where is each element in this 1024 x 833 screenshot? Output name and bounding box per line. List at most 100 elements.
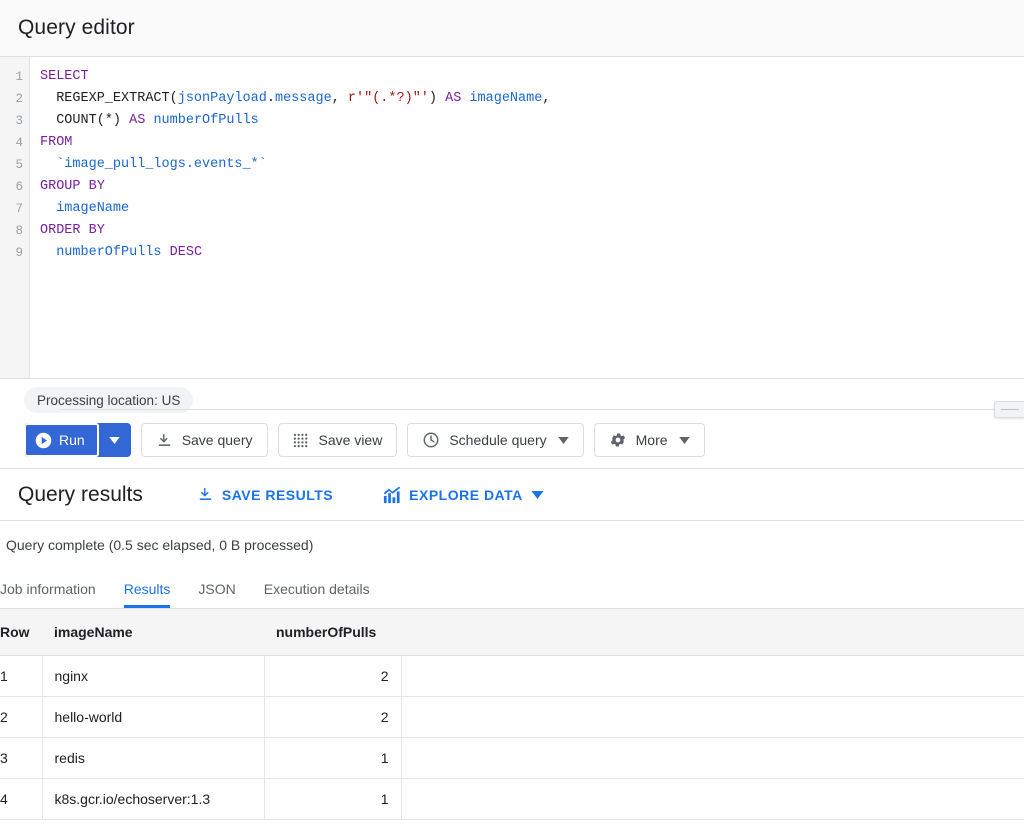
sql-token: `image_pull_logs.events_*` — [56, 157, 267, 172]
editor-toolbar: Processing location: US Run — [0, 379, 1024, 469]
sql-token: REGEXP_EXTRACT — [56, 91, 169, 106]
table-row[interactable]: 2hello-world2 — [0, 696, 1024, 737]
cell-spacer — [401, 737, 1024, 778]
line-number: 9 — [0, 242, 29, 264]
cell-numberofpulls: 2 — [264, 655, 401, 696]
download-icon — [156, 432, 173, 449]
save-query-button[interactable]: Save query — [141, 423, 268, 457]
sql-token: AS — [445, 91, 461, 106]
run-button-label: Run — [59, 432, 85, 448]
splitter-divider — [60, 409, 994, 410]
sql-line: SELECT — [40, 66, 1024, 88]
column-header-numberofpulls[interactable]: numberOfPulls — [264, 609, 401, 655]
dot-grid-icon — [293, 432, 310, 449]
sql-token: , — [542, 91, 550, 106]
sql-code-area[interactable]: SELECT REGEXP_EXTRACT(jsonPayload.messag… — [30, 57, 1024, 378]
sql-token: DESC — [170, 245, 202, 260]
sql-token: AS — [129, 113, 145, 128]
chart-icon — [383, 486, 401, 504]
sql-token: numberOfPulls — [153, 113, 258, 128]
sql-token — [162, 245, 170, 260]
sql-token: (*) — [97, 113, 129, 128]
sql-line: imageName — [40, 198, 1024, 220]
save-view-label: Save view — [319, 432, 383, 448]
sql-token: , — [332, 91, 348, 106]
sql-line: ORDER BY — [40, 220, 1024, 242]
sql-token: message — [275, 91, 332, 106]
cell-numberofpulls: 2 — [264, 696, 401, 737]
column-header-imagename[interactable]: imageName — [42, 609, 264, 655]
table-body: 1nginx22hello-world23redis14k8s.gcr.io/e… — [0, 655, 1024, 819]
more-label: More — [636, 432, 668, 448]
sql-token: jsonPayload — [178, 91, 267, 106]
table-row[interactable]: 1nginx2 — [0, 655, 1024, 696]
sql-line: numberOfPulls DESC — [40, 242, 1024, 264]
play-circle-icon — [35, 432, 52, 449]
tab-results[interactable]: Results — [110, 581, 185, 608]
sql-token: numberOfPulls — [56, 245, 161, 260]
explore-data-label: EXPLORE DATA — [409, 487, 523, 503]
page-title: Query editor — [18, 16, 135, 40]
sql-token: . — [267, 91, 275, 106]
bigquery-console: Query editor 123456789 SELECT REGEXP_EXT… — [0, 0, 1024, 833]
explore-data-button[interactable]: EXPLORE DATA — [383, 486, 544, 504]
save-query-label: Save query — [182, 432, 253, 448]
sql-line: GROUP BY — [40, 176, 1024, 198]
tab-json[interactable]: JSON — [184, 581, 249, 608]
save-view-button[interactable]: Save view — [278, 423, 398, 457]
sql-line: `image_pull_logs.events_*` — [40, 154, 1024, 176]
sql-token — [40, 157, 56, 172]
tab-job-information[interactable]: Job information — [0, 581, 110, 608]
save-results-label: SAVE RESULTS — [222, 487, 333, 503]
chevron-down-icon — [558, 437, 569, 444]
line-number: 7 — [0, 198, 29, 220]
line-number-gutter: 123456789 — [0, 57, 30, 378]
sql-token: COUNT — [56, 113, 97, 128]
sql-editor[interactable]: 123456789 SELECT REGEXP_EXTRACT(jsonPayl… — [0, 57, 1024, 379]
cell-spacer — [401, 655, 1024, 696]
sql-token — [40, 113, 56, 128]
cell-spacer — [401, 778, 1024, 819]
sql-token: ( — [170, 91, 178, 106]
query-editor-header: Query editor — [0, 0, 1024, 57]
sql-line: FROM — [40, 132, 1024, 154]
download-icon — [197, 486, 214, 503]
cell-imagename: k8s.gcr.io/echoserver:1.3 — [42, 778, 264, 819]
line-number: 2 — [0, 88, 29, 110]
run-dropdown-button[interactable] — [99, 423, 131, 457]
chevron-down-icon — [531, 491, 544, 499]
query-results-header: Query results SAVE RESULTS EXP — [0, 469, 1024, 521]
table-row[interactable]: 3redis1 — [0, 737, 1024, 778]
gear-icon — [609, 431, 627, 449]
sql-token: imageName — [56, 201, 129, 216]
cell-row: 3 — [0, 737, 42, 778]
line-number: 4 — [0, 132, 29, 154]
line-number: 6 — [0, 176, 29, 198]
save-results-button[interactable]: SAVE RESULTS — [197, 486, 333, 503]
schedule-query-label: Schedule query — [449, 432, 546, 448]
tab-execution-details[interactable]: Execution details — [250, 581, 384, 608]
sql-token: SELECT — [40, 69, 89, 84]
table-header: RowimageNamenumberOfPulls — [0, 609, 1024, 655]
more-button[interactable]: More — [594, 423, 705, 457]
chevron-down-icon — [109, 437, 120, 444]
run-button-group: Run — [24, 423, 131, 457]
column-header-row[interactable]: Row — [0, 609, 42, 655]
query-status-text: Query complete (0.5 sec elapsed, 0 B pro… — [0, 521, 1024, 567]
sql-token: ) — [429, 91, 445, 106]
run-button[interactable]: Run — [24, 423, 99, 457]
chevron-down-icon — [679, 437, 690, 444]
sql-token: ORDER BY — [40, 223, 105, 238]
results-title: Query results — [18, 483, 143, 507]
splitter-drag-handle[interactable] — [994, 401, 1024, 418]
schedule-query-button[interactable]: Schedule query — [407, 423, 583, 457]
line-number: 5 — [0, 154, 29, 176]
sql-token: r'"(.*?)"' — [348, 91, 429, 106]
cell-row: 1 — [0, 655, 42, 696]
table-header-row: RowimageNamenumberOfPulls — [0, 609, 1024, 655]
table-row[interactable]: 4k8s.gcr.io/echoserver:1.31 — [0, 778, 1024, 819]
sql-token — [40, 91, 56, 106]
sql-token: imageName — [469, 91, 542, 106]
column-header-spacer — [401, 609, 1024, 655]
cell-numberofpulls: 1 — [264, 778, 401, 819]
